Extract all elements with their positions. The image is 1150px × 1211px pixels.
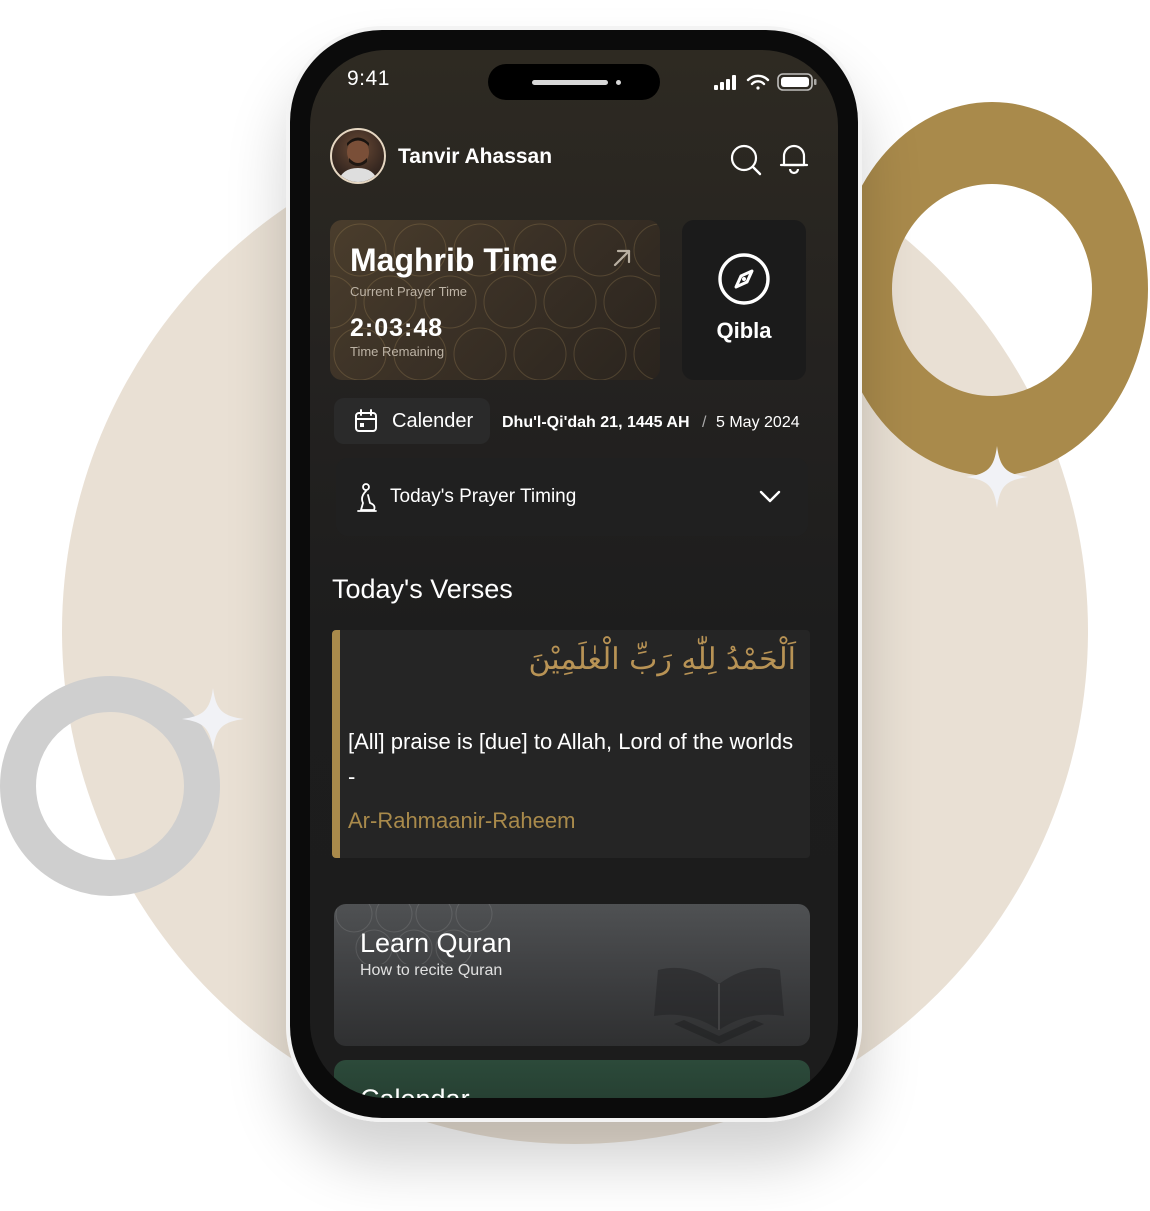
bell-icon[interactable]	[776, 140, 812, 176]
island-bar	[532, 80, 608, 85]
hijri-date: Dhu'l-Qi'dah 21, 1445 AH	[502, 414, 690, 431]
battery-icon	[777, 73, 817, 91]
learn-quran-title: Learn Quran	[360, 928, 512, 958]
qibla-button[interactable]: Qibla	[682, 220, 806, 380]
search-icon[interactable]	[728, 142, 764, 178]
island-dot	[616, 80, 621, 85]
verses-heading: Today's Verses	[332, 574, 513, 604]
qibla-label: Qibla	[716, 318, 772, 343]
arrow-up-right-icon[interactable]	[610, 246, 634, 270]
learn-quran-subtitle: How to recite Quran	[360, 962, 503, 979]
phone-screen: 9:41 Tanvir Ahassan Maghrib Time Current…	[310, 50, 838, 1098]
status-icons	[714, 73, 817, 91]
dynamic-island	[488, 64, 660, 100]
current-prayer-card[interactable]: Maghrib Time Current Prayer Time 2:03:48…	[330, 220, 660, 380]
calendar-card[interactable]: Calendar	[334, 1060, 810, 1098]
sparkle-icon	[182, 688, 244, 750]
calendar-label: Calender	[392, 410, 474, 432]
countdown-label: Time Remaining	[350, 344, 445, 359]
calendar-card-title: Calendar	[360, 1084, 470, 1098]
gold-ring-decoration	[836, 102, 1148, 476]
verse-transliteration: Ar-Rahmaanir-Raheem	[348, 808, 576, 833]
sparkle-icon	[966, 446, 1028, 508]
wifi-icon	[746, 74, 770, 90]
prayer-subtitle: Current Prayer Time	[350, 284, 468, 299]
avatar[interactable]	[330, 128, 386, 184]
prayer-timing-dropdown[interactable]: Today's Prayer Timing	[336, 458, 808, 536]
verse-card[interactable]: اَلْحَمْدُ لِلّٰهِ رَبِّ الْعٰلَمِيْنَ […	[332, 630, 810, 858]
prayer-countdown: 2:03:48	[350, 314, 444, 342]
prayer-timing-label: Today's Prayer Timing	[390, 486, 577, 507]
prayer-icon	[357, 483, 377, 512]
gregorian-date: 5 May 2024	[716, 414, 800, 431]
verse-translation: [All] praise is [due] to Allah, Lord of …	[348, 729, 794, 789]
user-name: Tanvir Ahassan	[398, 145, 553, 168]
calendar-button[interactable]: Calender	[334, 398, 490, 444]
verse-arabic: اَلْحَمْدُ لِلّٰهِ رَبِّ الْعٰلَمِيْنَ	[528, 642, 796, 677]
learn-quran-card[interactable]: Learn Quran How to recite Quran	[334, 904, 810, 1046]
prayer-title: Maghrib Time	[350, 242, 558, 278]
verse-accent-bar	[332, 630, 340, 858]
signal-icon	[714, 75, 736, 90]
calendar-icon	[355, 409, 377, 432]
book-icon	[654, 967, 784, 1044]
avatar-portrait	[338, 137, 378, 182]
status-time: 9:41	[347, 67, 390, 90]
compass-icon	[718, 253, 770, 305]
chevron-down-icon	[759, 490, 781, 503]
date-separator: /	[702, 414, 707, 431]
